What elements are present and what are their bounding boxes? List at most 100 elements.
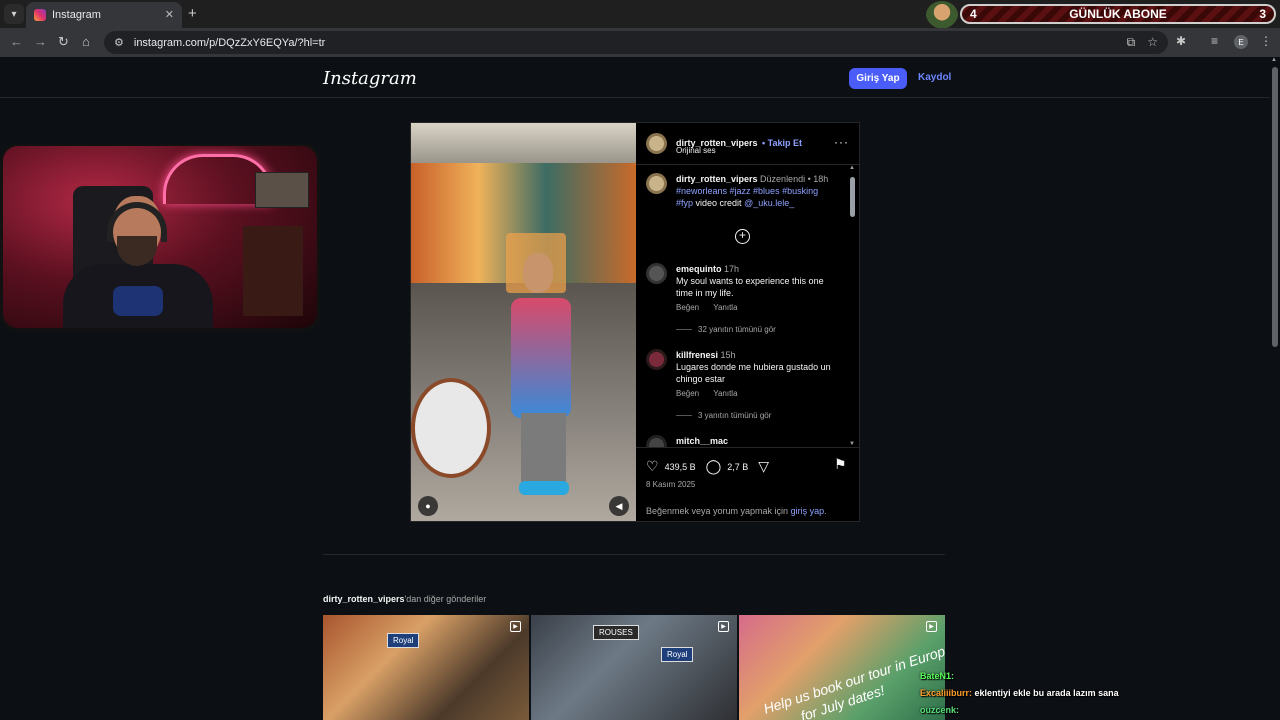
author-avatar[interactable] xyxy=(646,133,667,154)
comment-avatar[interactable] xyxy=(646,435,667,447)
shirt-print xyxy=(113,286,163,316)
banner-left-count: 4 xyxy=(970,7,977,21)
save-bookmark-icon[interactable]: ⚑ xyxy=(834,456,847,473)
more-posts-username[interactable]: dirty_rotten_vipers xyxy=(323,594,405,604)
reply-comment-button[interactable]: Yanıtla xyxy=(713,389,737,398)
new-tab-icon[interactable]: + xyxy=(188,5,197,22)
browser-tabbar: ▾ Instagram ✕ + 4 GÜNLÜK ABONE 3 xyxy=(0,0,1280,29)
address-bar[interactable]: ⚙ instagram.com/p/DQzZxY6EQYa/?hl=tr ⧉ ☆ xyxy=(104,31,1168,54)
post-date[interactable]: 8 Kasım 2025 xyxy=(646,480,695,489)
comment-item: emequinto 17h My soul wants to experienc… xyxy=(646,263,841,343)
url-text[interactable]: instagram.com/p/DQzZxY6EQYa/?hl=tr xyxy=(134,37,325,49)
sound-toggle-icon[interactable]: ◀ xyxy=(609,496,629,516)
video-player-head xyxy=(523,253,553,293)
caption-credit-text: video credit xyxy=(695,198,742,208)
comment-item: killfrenesi 15h Lugares donde me hubiera… xyxy=(646,349,841,429)
bookmark-star-icon[interactable]: ☆ xyxy=(1147,35,1158,50)
load-more-comments-icon[interactable]: + xyxy=(735,229,750,244)
video-player-body xyxy=(511,298,571,418)
signup-link[interactable]: Kaydol xyxy=(918,72,951,83)
view-replies-label: 3 yanıtın tümünü gör xyxy=(698,411,772,420)
comment-username[interactable]: mitch__mac xyxy=(676,436,728,446)
forward-icon[interactable]: → xyxy=(34,34,47,49)
store-sign: ROUSES xyxy=(593,625,639,640)
caption-time: 18h xyxy=(813,174,829,184)
post-video[interactable]: ● ◀ xyxy=(411,123,636,521)
comment-username[interactable]: emequinto xyxy=(676,264,722,274)
more-post-thumbnail[interactable]: ROUSES Royal ▶ xyxy=(531,615,737,720)
comment-bubble-icon[interactable]: ◯ xyxy=(706,458,722,475)
caption-username[interactable]: dirty_rotten_vipers xyxy=(676,174,758,184)
tagged-user-icon[interactable]: ● xyxy=(418,496,438,516)
comment-avatar[interactable] xyxy=(646,349,667,370)
more-post-thumbnail[interactable]: Help us book our tour in Europe! for Jul… xyxy=(739,615,945,720)
home-icon[interactable]: ⌂ xyxy=(82,34,90,49)
chat-message: Excaliiiburr: eklentiyi ekle bu arada la… xyxy=(920,685,1150,702)
share-send-icon[interactable]: ▽ xyxy=(758,458,769,475)
login-button[interactable]: Giriş Yap xyxy=(849,68,907,89)
comment-time: 17h xyxy=(724,264,740,274)
follow-button[interactable]: Takip Et xyxy=(768,138,802,148)
instagram-logo[interactable]: Instagram xyxy=(323,68,417,89)
reload-icon[interactable]: ↻ xyxy=(58,34,69,50)
close-tab-icon[interactable]: ✕ xyxy=(165,8,174,21)
profile-avatar[interactable]: E xyxy=(1234,35,1248,49)
video-player-shoes xyxy=(519,481,569,495)
comments-scroll-up-icon[interactable]: ▲ xyxy=(849,165,855,171)
streamer-webcam xyxy=(0,143,320,331)
login-prompt-text: Beğenmek veya yorum yapmak için xyxy=(646,506,789,516)
more-posts-title: dirty_rotten_vipers'dan diğer gönderiler xyxy=(323,594,486,604)
post-actions: ♡ 439,5 B ◯ 2,7 B ▽ ⚑ 8 Kasım 2025 Beğen… xyxy=(636,447,859,521)
caption-hashtag-fyp[interactable]: #fyp xyxy=(676,198,693,208)
audio-label[interactable]: Orijinal ses xyxy=(676,146,716,155)
comment-text: Lugares donde me hubiera gustado un chin… xyxy=(676,362,831,384)
street-sign: Royal xyxy=(661,647,694,662)
browser-tab[interactable]: Instagram ✕ xyxy=(26,2,182,28)
comments-list[interactable]: dirty_rotten_vipers Düzenlendi • 18h #ne… xyxy=(636,165,859,447)
chat-message: ouzcenk: xyxy=(920,702,1150,719)
comment-time: 15h xyxy=(720,350,736,360)
chat-username: Excaliiiburr: xyxy=(920,688,973,698)
like-comment-button[interactable]: Beğen xyxy=(676,303,699,312)
caption-edited: Düzenlendi xyxy=(760,174,806,184)
reply-comment-button[interactable]: Yanıtla xyxy=(713,303,737,312)
view-replies-button[interactable]: 3 yanıtın tümünü gör xyxy=(676,411,771,420)
more-posts-suffix: 'dan diğer gönderiler xyxy=(404,594,487,604)
video-awning xyxy=(411,123,636,163)
tab-title: Instagram xyxy=(52,9,101,21)
like-count[interactable]: 439,5 B xyxy=(665,462,696,472)
install-app-icon[interactable]: ⧉ xyxy=(1127,35,1136,50)
tab-search-dropdown-icon[interactable]: ▾ xyxy=(4,4,24,24)
extensions-icon[interactable]: ✱ xyxy=(1176,34,1186,48)
login-prompt: Beğenmek veya yorum yapmak için giriş ya… xyxy=(646,506,827,516)
banner-right-count: 3 xyxy=(1259,7,1266,21)
comment-username[interactable]: killfrenesi xyxy=(676,350,718,360)
comments-scroll-thumb[interactable] xyxy=(850,177,855,217)
caption-avatar[interactable] xyxy=(646,173,667,194)
video-player-legs xyxy=(521,413,566,483)
caption-hashtags[interactable]: #neworleans #jazz #blues #busking xyxy=(676,186,818,196)
scroll-up-icon[interactable]: ▲ xyxy=(1271,57,1277,63)
comment-count[interactable]: 2,7 B xyxy=(727,462,748,472)
instagram-header: Instagram Giriş Yap Kaydol xyxy=(0,57,1270,98)
caption-credit-handle[interactable]: @_uku.lele_ xyxy=(744,198,794,208)
like-comment-button[interactable]: Beğen xyxy=(676,389,699,398)
post-author-row: dirty_rotten_vipers • Takip Et Orijinal … xyxy=(636,123,859,165)
site-info-icon[interactable]: ⚙ xyxy=(114,36,124,49)
page-scrollbar[interactable]: ▲ xyxy=(1270,57,1280,720)
instagram-favicon-icon xyxy=(34,9,46,21)
street-sign: Royal xyxy=(387,633,420,648)
comment-avatar[interactable] xyxy=(646,263,667,284)
more-post-thumbnail[interactable]: Royal ▶ xyxy=(323,615,529,720)
login-prompt-link[interactable]: giriş yap xyxy=(791,506,825,516)
back-icon[interactable]: ← xyxy=(10,34,23,49)
stream-mascot-icon xyxy=(926,1,958,29)
page-scroll-thumb[interactable] xyxy=(1272,67,1278,347)
media-controls-icon[interactable]: ≡ xyxy=(1211,34,1218,48)
comments-scrollbar[interactable]: ▲ ▼ xyxy=(849,165,857,447)
view-replies-label: 32 yanıtın tümünü gör xyxy=(698,325,776,334)
like-heart-icon[interactable]: ♡ xyxy=(646,458,659,475)
view-replies-button[interactable]: 32 yanıtın tümünü gör xyxy=(676,325,776,334)
more-options-icon[interactable]: ··· xyxy=(834,135,849,149)
menu-kebab-icon[interactable]: ⋮ xyxy=(1260,34,1272,48)
